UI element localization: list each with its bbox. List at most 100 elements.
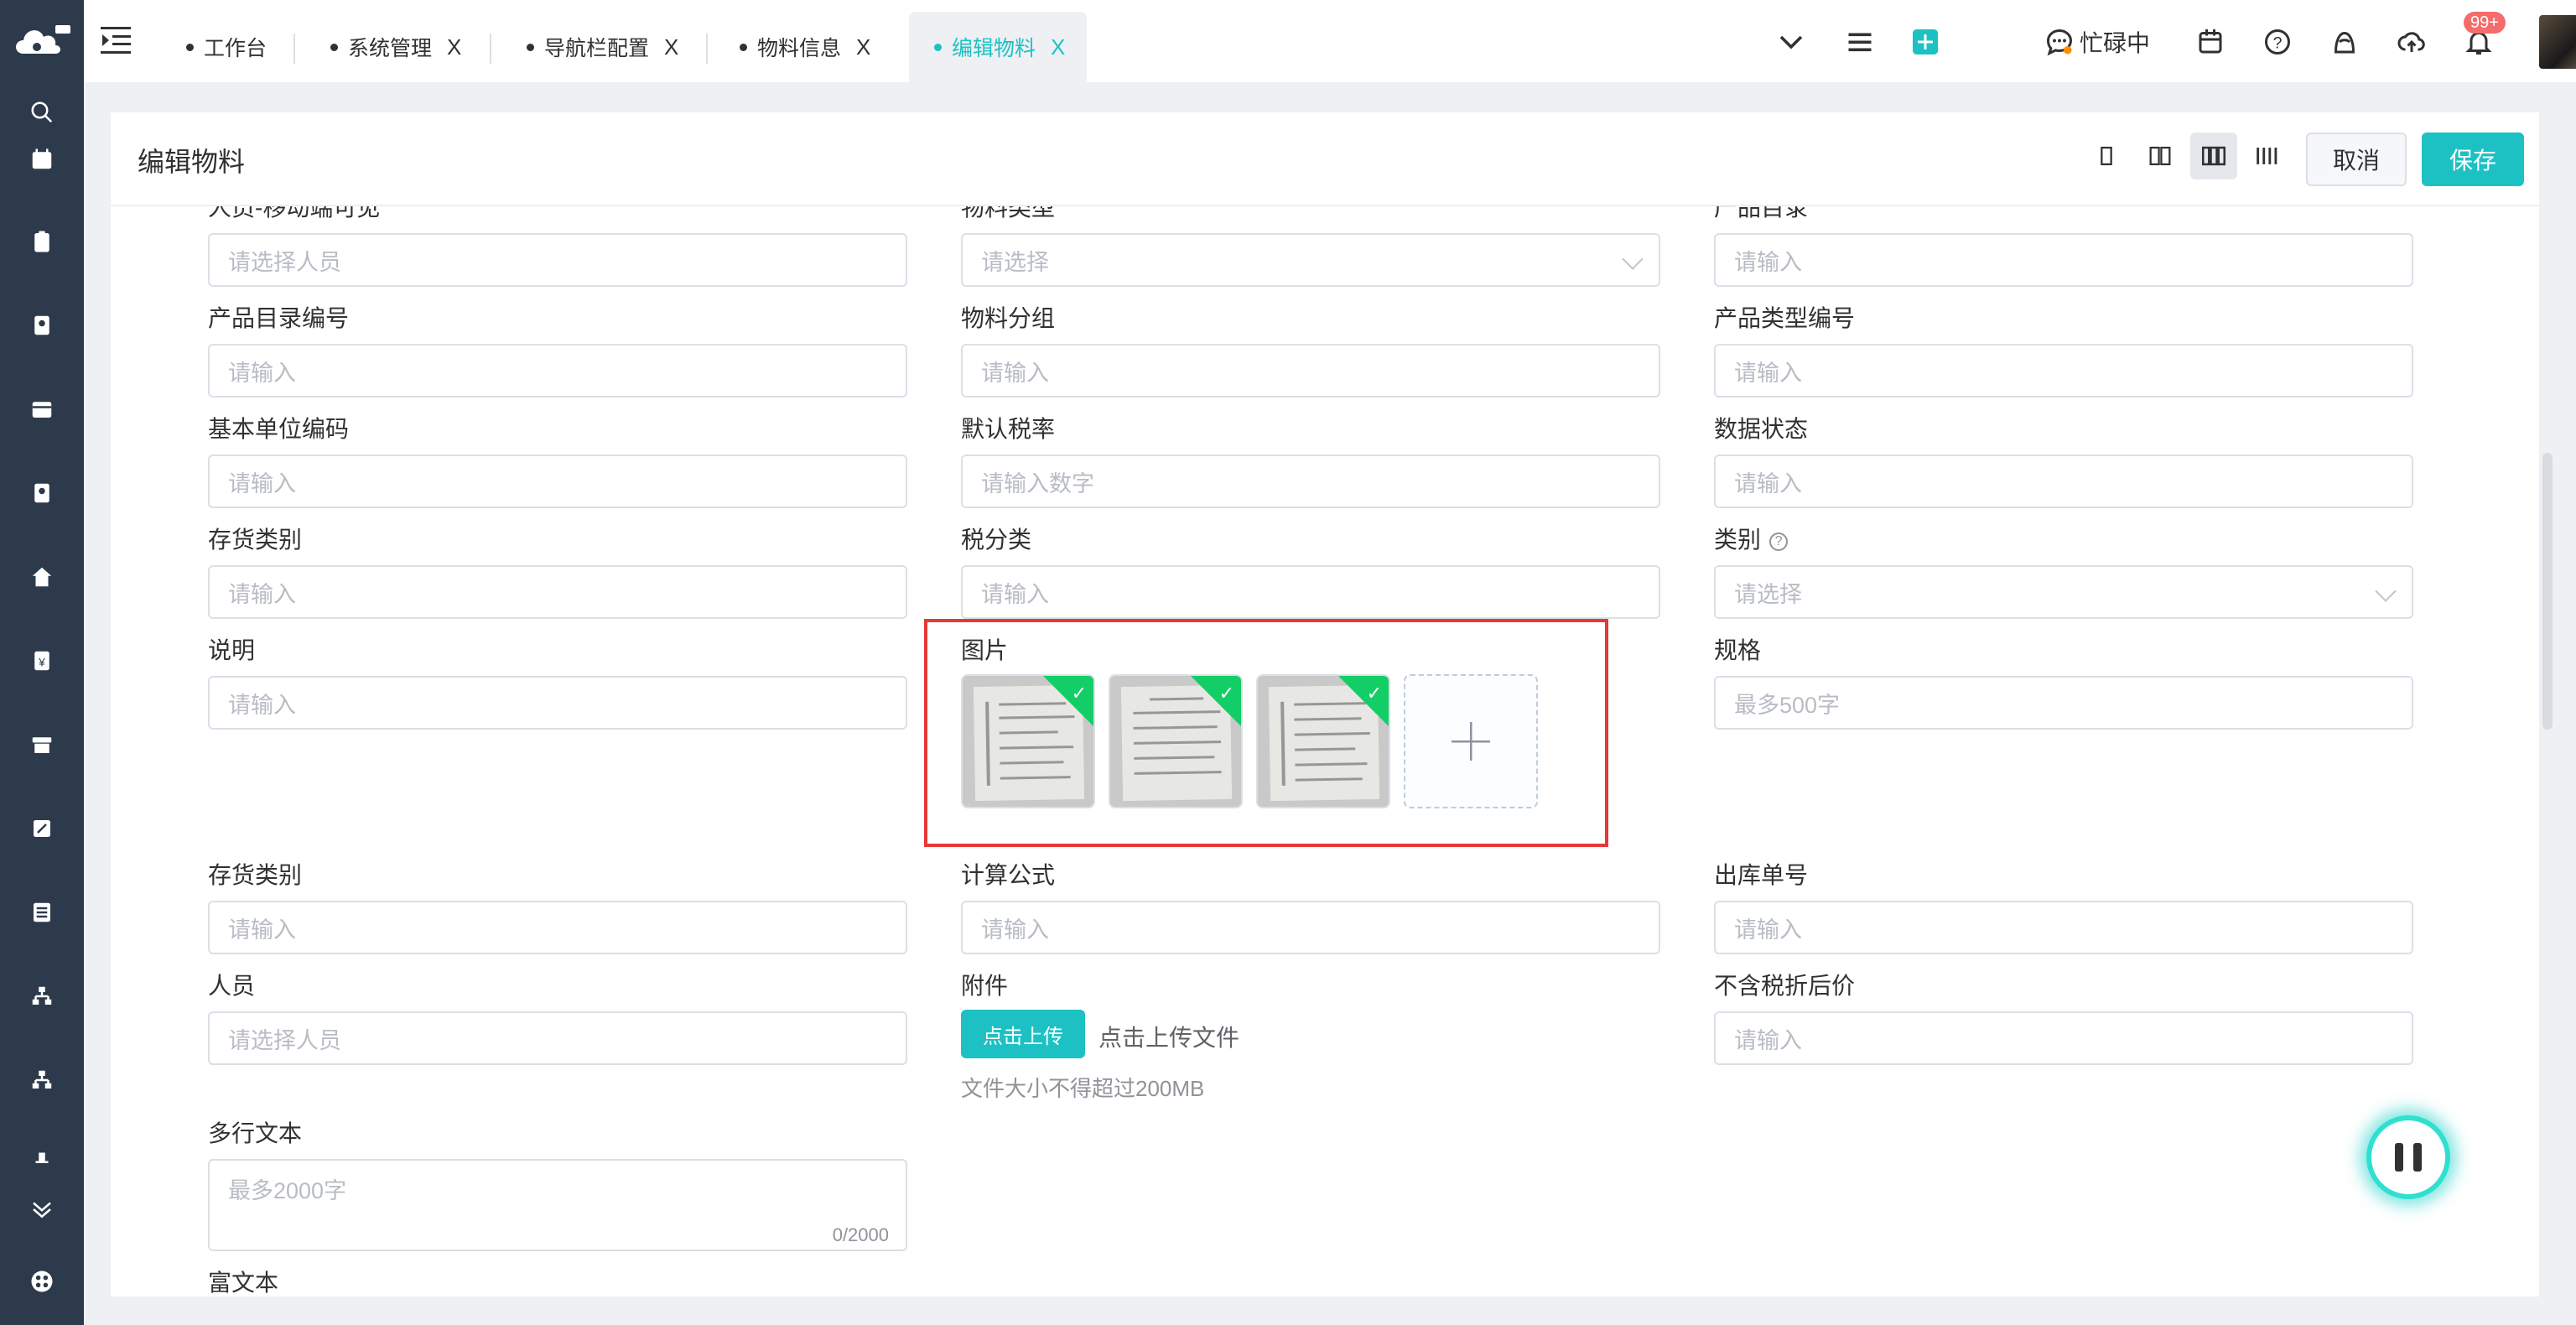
cancel-button[interactable]: 取消: [2306, 132, 2407, 186]
tab-system-management[interactable]: 系统管理 X: [330, 12, 461, 82]
tab-workbench[interactable]: 工作台: [186, 12, 267, 82]
upload-file-button[interactable]: 点击上传: [961, 1010, 1085, 1058]
placeholder: 请选择: [1734, 581, 1802, 607]
tax-classification-input[interactable]: 请输入: [961, 565, 1660, 619]
person-picker[interactable]: 请选择人员: [208, 233, 907, 287]
floating-pause-button[interactable]: [2366, 1115, 2450, 1199]
menu-collapse-icon[interactable]: [101, 25, 134, 55]
page-title: 编辑物料: [138, 147, 246, 177]
field-label: 物料分组: [961, 305, 1056, 331]
catalog-number-input[interactable]: 请输入: [208, 344, 907, 398]
placeholder: 请输入: [228, 581, 296, 607]
multiline-textarea[interactable]: 最多2000字 0/2000: [208, 1159, 907, 1251]
person-picker[interactable]: 请选择人员: [208, 1011, 907, 1065]
tab-close-icon[interactable]: X: [1051, 34, 1065, 60]
tab-dot: [740, 43, 747, 51]
field-label: 附件: [961, 973, 1009, 999]
field-label: 出库单号: [1714, 862, 1809, 888]
schedule-icon[interactable]: [27, 394, 57, 424]
home-icon[interactable]: [27, 562, 57, 592]
notification-badge: 99+: [2464, 12, 2506, 34]
formula-input[interactable]: 请输入: [961, 901, 1660, 954]
avatar[interactable]: [2539, 15, 2576, 69]
upload-file-link[interactable]: 点击上传文件: [1098, 1020, 1239, 1053]
placeholder: 请输入: [228, 692, 296, 718]
tab-dot: [934, 43, 942, 51]
product-type-number-input[interactable]: 请输入: [1714, 344, 2413, 398]
calendar-icon[interactable]: [2194, 25, 2227, 59]
tab-close-icon[interactable]: X: [856, 34, 870, 60]
placeholder: 请选择人员: [228, 249, 341, 275]
data-status-input[interactable]: 请输入: [1714, 455, 2413, 508]
layout-one-column-icon[interactable]: [2083, 132, 2130, 179]
placeholder: 请输入: [1734, 249, 1802, 275]
help-icon[interactable]: ?: [1769, 532, 1789, 551]
outbound-order-input[interactable]: 请输入: [1714, 901, 2413, 954]
org-chart-icon[interactable]: [27, 1065, 57, 1095]
tool-icon[interactable]: [27, 813, 57, 844]
placeholder: 请输入: [1734, 360, 1802, 386]
material-type-select[interactable]: 请选择: [961, 233, 1660, 287]
chevron-down-icon: [1622, 248, 1644, 270]
calendar-refresh-icon[interactable]: [27, 144, 57, 174]
hamburger-menu-icon[interactable]: [1843, 25, 1877, 59]
tab-material-info[interactable]: 物料信息 X: [740, 12, 870, 82]
finance-icon[interactable]: ¥: [27, 646, 57, 676]
description-input[interactable]: 请输入: [208, 676, 907, 730]
skin-icon[interactable]: [2328, 25, 2361, 59]
layout-three-column-icon[interactable]: [2190, 132, 2237, 179]
field-label: 税分类: [961, 527, 1032, 553]
page-scrollbar[interactable]: [2542, 453, 2553, 730]
tab-label: 编辑物料: [952, 37, 1036, 60]
edit-material-card: 人员-移动端可见 物料类型 产品目录 请选择人员 请选择 请输入 产品目录编号 …: [111, 112, 2539, 1296]
tab-edit-material[interactable]: 编辑物料 X: [909, 12, 1088, 82]
user-card-icon[interactable]: [27, 478, 57, 508]
tab-close-icon[interactable]: X: [447, 34, 461, 60]
category-select[interactable]: 请选择: [1714, 565, 2413, 619]
placeholder: 请选择人员: [228, 1027, 341, 1053]
search-icon[interactable]: [27, 97, 57, 127]
tab-nav-config[interactable]: 导航栏配置 X: [527, 12, 678, 82]
tab-dot: [186, 43, 194, 51]
org-chart-icon[interactable]: [27, 981, 57, 1011]
material-group-input[interactable]: 请输入: [961, 344, 1660, 398]
save-button[interactable]: 保存: [2422, 132, 2524, 186]
inventory-category-input[interactable]: 请输入: [208, 565, 907, 619]
apps-icon[interactable]: [27, 1266, 57, 1296]
field-label-with-help: 类别?: [1714, 522, 1789, 555]
user-status[interactable]: 忙碌中: [2044, 25, 2150, 59]
status-label: 忙碌中: [2080, 30, 2151, 56]
help-icon[interactable]: ?: [2261, 25, 2294, 59]
double-chevron-down-icon[interactable]: [27, 1194, 57, 1224]
layout-four-column-icon[interactable]: [2244, 132, 2291, 179]
placeholder: 请输入: [228, 470, 296, 496]
tab-divider: [293, 34, 295, 64]
discounted-price-input[interactable]: 请输入: [1714, 1011, 2413, 1065]
sidebar: ¥: [0, 0, 84, 1325]
list-icon[interactable]: [27, 897, 57, 928]
svg-text:¥: ¥: [38, 656, 45, 668]
store-icon[interactable]: [27, 730, 57, 760]
placeholder: 请输入: [228, 917, 296, 943]
inventory-category-input[interactable]: 请输入: [208, 901, 907, 954]
field-label: 类别: [1714, 527, 1762, 553]
tab-label: 导航栏配置: [544, 37, 650, 60]
layout-two-column-icon[interactable]: [2137, 132, 2184, 179]
svg-text:?: ?: [2273, 34, 2283, 53]
field-label: 多行文本: [208, 1120, 303, 1146]
field-label: 规格: [1714, 637, 1762, 663]
cloud-upload-icon[interactable]: [2395, 25, 2428, 59]
tab-close-icon[interactable]: X: [664, 34, 678, 60]
base-unit-code-input[interactable]: 请输入: [208, 455, 907, 508]
clipboard-icon[interactable]: [27, 226, 57, 257]
field-label: 存货类别: [208, 862, 303, 888]
default-tax-rate-input[interactable]: 请输入数字: [961, 455, 1660, 508]
contact-card-icon[interactable]: [27, 310, 57, 340]
pin-icon[interactable]: [27, 1144, 57, 1174]
chevron-down-icon[interactable]: [1774, 25, 1808, 59]
product-catalog-input[interactable]: 请输入: [1714, 233, 2413, 287]
specification-input[interactable]: 最多500字: [1714, 676, 2413, 730]
add-icon[interactable]: [1909, 25, 1942, 59]
tab-dot: [330, 43, 338, 51]
field-label: 存货类别: [208, 527, 303, 553]
